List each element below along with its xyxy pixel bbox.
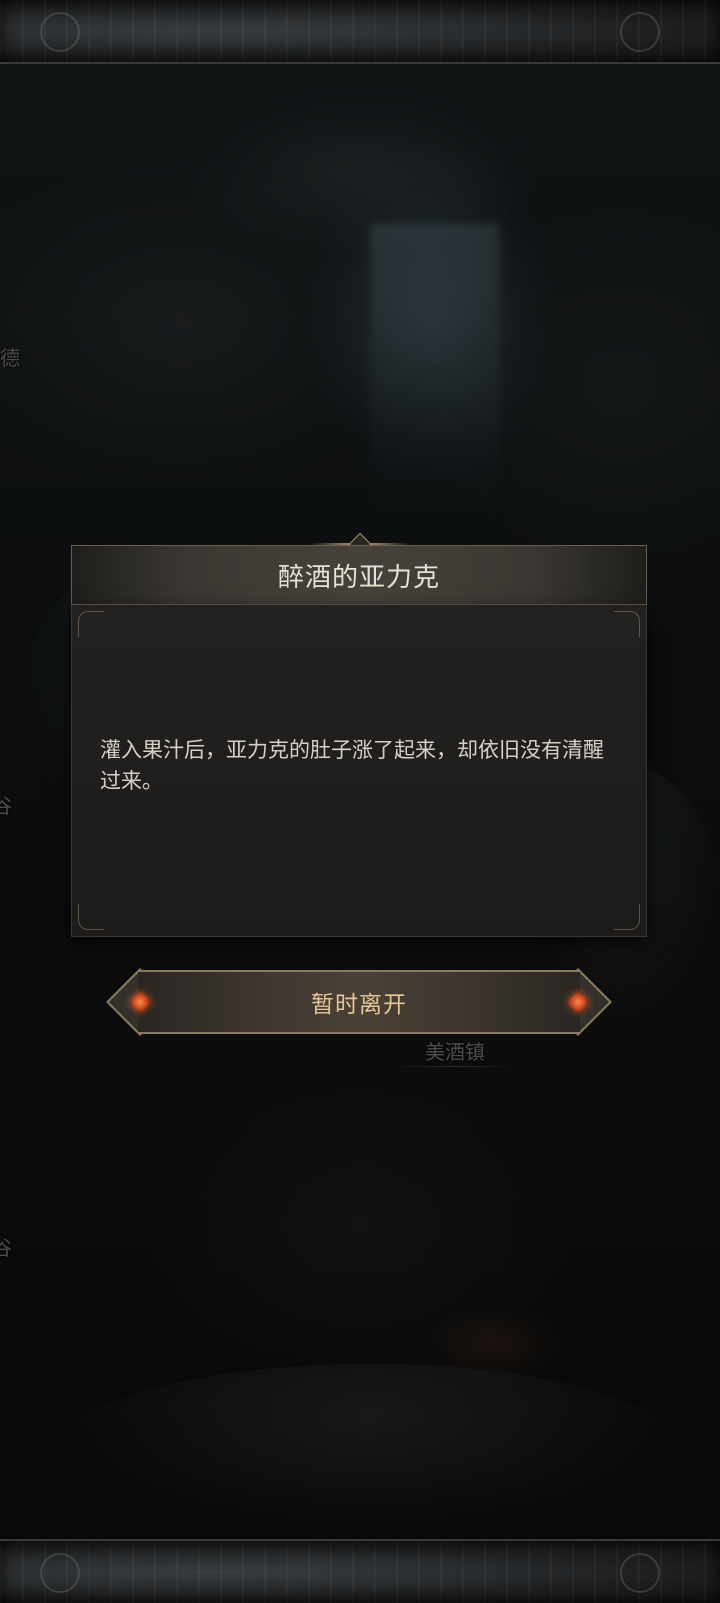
dialog-body: 灌入果汁后，亚力克的肚子涨了起来，却依旧没有清醒过来。 <box>71 605 647 937</box>
top-ornate-frame <box>0 0 720 64</box>
knot-ornament-icon <box>40 1553 80 1593</box>
event-dialog: 醉酒的亚力克 灌入果汁后，亚力克的肚子涨了起来，却依旧没有清醒过来。 <box>71 545 647 937</box>
dialog-header: 醉酒的亚力克 <box>71 545 647 605</box>
dialog-title: 醉酒的亚力克 <box>277 562 440 593</box>
corner-ornament-icon <box>78 904 104 930</box>
knot-ornament-icon <box>40 12 80 52</box>
corner-ornament-icon <box>614 611 640 637</box>
corner-ornament-icon <box>614 904 640 930</box>
knot-ornament-icon <box>620 12 660 52</box>
leave-button-label: 暂时离开 <box>311 992 407 1018</box>
knot-ornament-icon <box>620 1553 660 1593</box>
leave-button[interactable]: 暂时离开 <box>106 968 612 1036</box>
leave-button-body[interactable]: 暂时离开 <box>138 970 580 1034</box>
bottom-ornate-frame <box>0 1539 720 1603</box>
corner-ornament-icon <box>78 611 104 637</box>
game-screen: 德 谷 谷 美酒镇 醉酒的亚力克 灌入果汁后，亚力克的肚子涨了起来，却依旧没有清… <box>0 0 720 1603</box>
dialog-text: 灌入果汁后，亚力克的肚子涨了起来，却依旧没有清醒过来。 <box>100 738 604 793</box>
